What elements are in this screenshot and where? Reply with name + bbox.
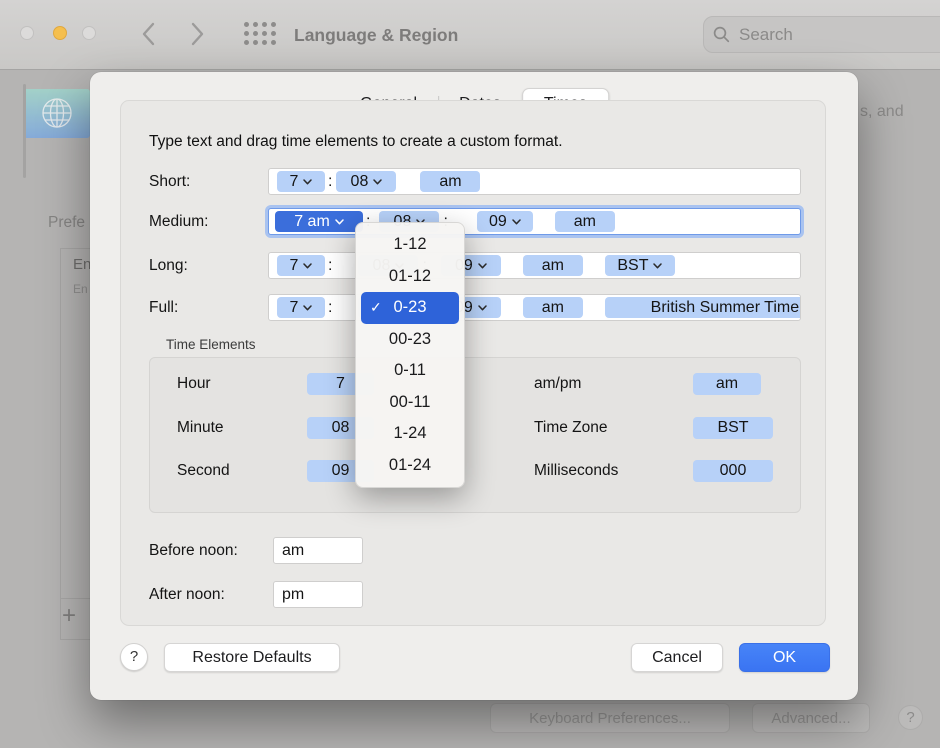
time-elements-rows: Hour7am/pmamMinute08Time ZoneBSTSecond09… (150, 358, 800, 512)
menu-item-0-23[interactable]: ✓0-23 (361, 292, 459, 324)
restore-defaults-button[interactable]: Restore Defaults (164, 643, 340, 672)
search-input[interactable] (737, 24, 940, 46)
language-list-item[interactable]: En (73, 256, 91, 273)
token-08[interactable]: 08 (336, 171, 396, 192)
keyboard-preferences-button[interactable]: Keyboard Preferences... (490, 703, 730, 733)
chevron-down-icon (478, 263, 487, 269)
menu-item-1-12[interactable]: 1-12 (356, 229, 464, 261)
back-icon[interactable] (138, 20, 160, 48)
before-noon-input[interactable] (273, 537, 363, 564)
te-token-bst[interactable]: BST (693, 417, 773, 439)
forward-icon[interactable] (186, 20, 208, 48)
after-noon-label: After noon: (149, 581, 225, 608)
token-british-summer-time[interactable]: British Summer Time (605, 297, 801, 318)
language-region-flag-icon (22, 84, 92, 185)
te-label-milliseconds: Milliseconds (534, 460, 618, 482)
menu-item-01-12[interactable]: 01-12 (356, 261, 464, 293)
te-token-am[interactable]: am (693, 373, 761, 395)
window-title: Language & Region (294, 0, 458, 70)
format-label-full: Full: (149, 294, 178, 321)
language-list-item-subtitle: En (73, 282, 88, 296)
window-titlebar: Language & Region (0, 0, 940, 70)
instruction-text: Type text and drag time elements to crea… (149, 133, 563, 151)
cancel-button[interactable]: Cancel (631, 643, 723, 672)
te-label-am-pm: am/pm (534, 373, 581, 395)
menu-item-0-11[interactable]: 0-11 (356, 355, 464, 387)
te-token-000[interactable]: 000 (693, 460, 773, 482)
ok-button[interactable]: OK (739, 643, 830, 672)
medium-format-field[interactable]: 7 am:08:09am (268, 208, 801, 235)
menu-item-01-24[interactable]: 01-24 (356, 450, 464, 482)
chevron-down-icon (512, 219, 521, 225)
chevron-down-icon (303, 263, 312, 269)
minimize-window-icon[interactable] (53, 26, 67, 40)
short-format-field[interactable]: 7:08 am (268, 168, 801, 195)
sheet-help-button[interactable]: ? (120, 643, 148, 671)
format-label-short: Short: (149, 168, 190, 195)
time-elements-row: Second09Milliseconds000 (150, 460, 800, 482)
token-7-am[interactable]: 7 am (275, 211, 363, 232)
te-label-second: Second (177, 460, 230, 482)
search-icon (713, 26, 730, 43)
te-label-time-zone: Time Zone (534, 417, 608, 439)
token-separator: : (328, 299, 332, 317)
time-elements-row: Minute08Time ZoneBST (150, 417, 800, 439)
checkmark-icon: ✓ (370, 292, 382, 324)
background-help-button[interactable]: ? (898, 705, 923, 730)
screen: Language & Region Pre (0, 0, 940, 748)
chevron-down-icon (335, 219, 344, 225)
token-7[interactable]: 7 (277, 255, 325, 276)
search-field[interactable] (703, 16, 940, 53)
long-format-field[interactable]: 7:08:09amBST (268, 252, 801, 279)
token-am[interactable]: am (523, 297, 583, 318)
menu-item-00-11[interactable]: 00-11 (356, 387, 464, 419)
token-7[interactable]: 7 (277, 297, 325, 318)
token-09[interactable]: 09 (477, 211, 533, 232)
format-panel: Type text and drag time elements to crea… (120, 100, 826, 626)
time-elements-title: Time Elements (166, 337, 256, 352)
token-7[interactable]: 7 (277, 171, 325, 192)
chevron-down-icon (303, 179, 312, 185)
chevron-down-icon (653, 263, 662, 269)
full-format-field[interactable]: 7:08:09amBritish Summer Time (268, 294, 801, 321)
chevron-down-icon (373, 179, 382, 185)
time-elements-box: Hour7am/pmamMinute08Time ZoneBSTSecond09… (149, 357, 801, 513)
token-separator: : (328, 257, 332, 275)
background-text-fragment: s, and (860, 103, 904, 121)
te-label-minute: Minute (177, 417, 224, 439)
token-am[interactable]: am (523, 255, 583, 276)
custom-format-sheet: GeneralDatesTimes Type text and drag tim… (90, 72, 858, 700)
time-elements-row: Hour7am/pmam (150, 373, 800, 395)
chevron-down-icon (478, 305, 487, 311)
advanced-button[interactable]: Advanced... (752, 703, 870, 733)
token-bst[interactable]: BST (605, 255, 675, 276)
token-am[interactable]: am (555, 211, 615, 232)
format-label-long: Long: (149, 252, 188, 279)
hour-format-menu: 1-1201-12✓0-2300-230-1100-111-2401-24 (355, 222, 465, 488)
preferred-languages-label: Prefe (48, 214, 85, 232)
te-label-hour: Hour (177, 373, 211, 395)
token-separator: : (328, 173, 332, 191)
token-am[interactable]: am (420, 171, 480, 192)
show-all-grid-icon[interactable] (244, 22, 276, 45)
before-noon-label: Before noon: (149, 537, 238, 564)
format-label-medium: Medium: (149, 208, 208, 235)
chevron-down-icon (303, 305, 312, 311)
menu-item-1-24[interactable]: 1-24 (356, 418, 464, 450)
close-window-icon[interactable] (20, 26, 34, 40)
add-language-button[interactable]: + (62, 602, 76, 630)
zoom-window-icon[interactable] (82, 26, 96, 40)
menu-item-00-23[interactable]: 00-23 (356, 324, 464, 356)
after-noon-input[interactable] (273, 581, 363, 608)
